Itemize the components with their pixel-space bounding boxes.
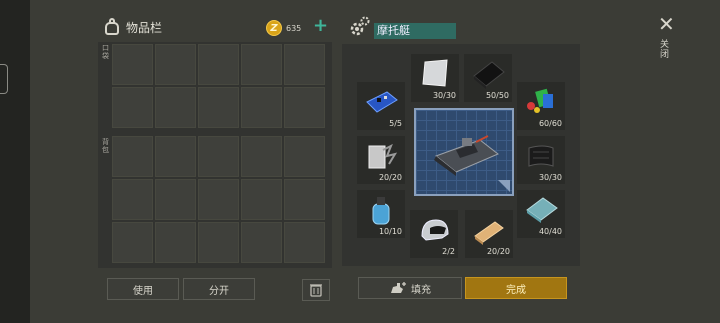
- pocket-section-label: 口袋: [102, 44, 109, 60]
- inventory-slot[interactable]: [241, 179, 282, 220]
- fill-label: 填充: [411, 284, 431, 296]
- colored-chemicals-icon: [527, 88, 553, 113]
- material-qty: 20/20: [486, 247, 510, 256]
- gear-icon: [350, 16, 370, 36]
- material-slot-helmet[interactable]: 2/2: [410, 210, 458, 258]
- scrap-metal-icon: [368, 143, 398, 169]
- material-slot-rubber-roll[interactable]: 50/50: [464, 54, 512, 102]
- inventory-slot[interactable]: [198, 222, 239, 263]
- inventory-slot[interactable]: [198, 44, 239, 85]
- material-qty: 30/30: [538, 173, 562, 182]
- material-qty: 50/50: [485, 91, 509, 100]
- circuit-board-icon: [366, 91, 398, 113]
- inventory-slot[interactable]: [112, 136, 153, 177]
- trash-icon: [310, 284, 322, 297]
- material-qty: 40/40: [538, 227, 562, 236]
- close-label[interactable]: 关闭: [660, 40, 670, 60]
- inventory-slot[interactable]: [155, 179, 196, 220]
- inventory-screen: 物品栏 Z 635 + 摩托艇 ✕ 关闭 口袋 背包 使用 分开 30/30 5…: [30, 0, 720, 323]
- close-icon[interactable]: ✕: [658, 14, 675, 34]
- material-qty: 10/10: [378, 227, 402, 236]
- material-slot-colored-chemicals[interactable]: 60/60: [517, 82, 565, 130]
- rubber-roll-icon: [473, 61, 505, 89]
- helmet-icon: [421, 219, 449, 241]
- jet-ski-blueprint: [414, 108, 514, 196]
- inventory-slot[interactable]: [284, 136, 325, 177]
- material-slot-circuit-board[interactable]: 5/5: [357, 82, 405, 130]
- material-qty: 20/20: [378, 173, 402, 182]
- material-slot-glass-panel[interactable]: 40/40: [517, 190, 565, 238]
- glass-panel-icon: [526, 197, 558, 223]
- backpack-grid: [112, 136, 325, 263]
- coin-count: 635: [286, 24, 302, 33]
- material-qty: 60/60: [538, 119, 562, 128]
- inventory-slot[interactable]: [155, 44, 196, 85]
- inventory-slot[interactable]: [284, 179, 325, 220]
- use-button[interactable]: 使用: [107, 278, 179, 300]
- inventory-slot[interactable]: [155, 136, 196, 177]
- gas-tank-icon: [372, 197, 390, 225]
- material-qty: 2/2: [442, 247, 455, 256]
- material-slot-gas-tank[interactable]: 10/10: [357, 190, 405, 238]
- craft-item-name: 摩托艇: [374, 23, 456, 39]
- inventory-slot[interactable]: [284, 44, 325, 85]
- material-qty: 5/5: [389, 119, 402, 128]
- inventory-slot[interactable]: [155, 222, 196, 263]
- left-edge-strip: [0, 0, 30, 323]
- inventory-slot[interactable]: [241, 136, 282, 177]
- fill-hand-icon: [391, 282, 406, 293]
- trash-button[interactable]: [302, 279, 330, 301]
- auto-fill-button[interactable]: 填充: [358, 277, 462, 299]
- inventory-slot[interactable]: [284, 222, 325, 263]
- inventory-slot[interactable]: [241, 44, 282, 85]
- material-slot-carbon-fabric[interactable]: 30/30: [517, 136, 565, 184]
- carbon-fabric-icon: [528, 145, 554, 167]
- inventory-slot[interactable]: [112, 179, 153, 220]
- inventory-slot[interactable]: [241, 222, 282, 263]
- inventory-header: 物品栏: [104, 18, 162, 36]
- split-button[interactable]: 分开: [183, 278, 255, 300]
- pocket-grid: [112, 44, 325, 128]
- backpack-icon: [104, 18, 120, 36]
- inventory-slot[interactable]: [284, 87, 325, 128]
- material-slot-wood-plank[interactable]: 20/20: [465, 210, 513, 258]
- coin-icon: Z: [266, 20, 282, 36]
- inventory-slot[interactable]: [112, 87, 153, 128]
- inventory-slot[interactable]: [241, 87, 282, 128]
- jet-ski-icon: [434, 135, 510, 192]
- inventory-slot[interactable]: [198, 136, 239, 177]
- inventory-slot[interactable]: [112, 222, 153, 263]
- inventory-slot[interactable]: [112, 44, 153, 85]
- done-button[interactable]: 完成: [465, 277, 567, 299]
- material-slot-metal-sheet[interactable]: 30/30: [411, 54, 459, 102]
- inventory-slot[interactable]: [155, 87, 196, 128]
- inventory-slot[interactable]: [198, 179, 239, 220]
- material-slot-scrap-metal[interactable]: 20/20: [357, 136, 405, 184]
- inventory-slot[interactable]: [198, 87, 239, 128]
- inventory-title: 物品栏: [126, 20, 163, 35]
- add-coins-button[interactable]: +: [313, 16, 328, 36]
- side-drawer-tab[interactable]: [0, 64, 8, 94]
- material-qty: 30/30: [432, 91, 456, 100]
- backpack-section-label: 背包: [102, 138, 109, 154]
- metal-sheet-icon: [422, 59, 448, 87]
- wood-plank-icon: [474, 221, 504, 245]
